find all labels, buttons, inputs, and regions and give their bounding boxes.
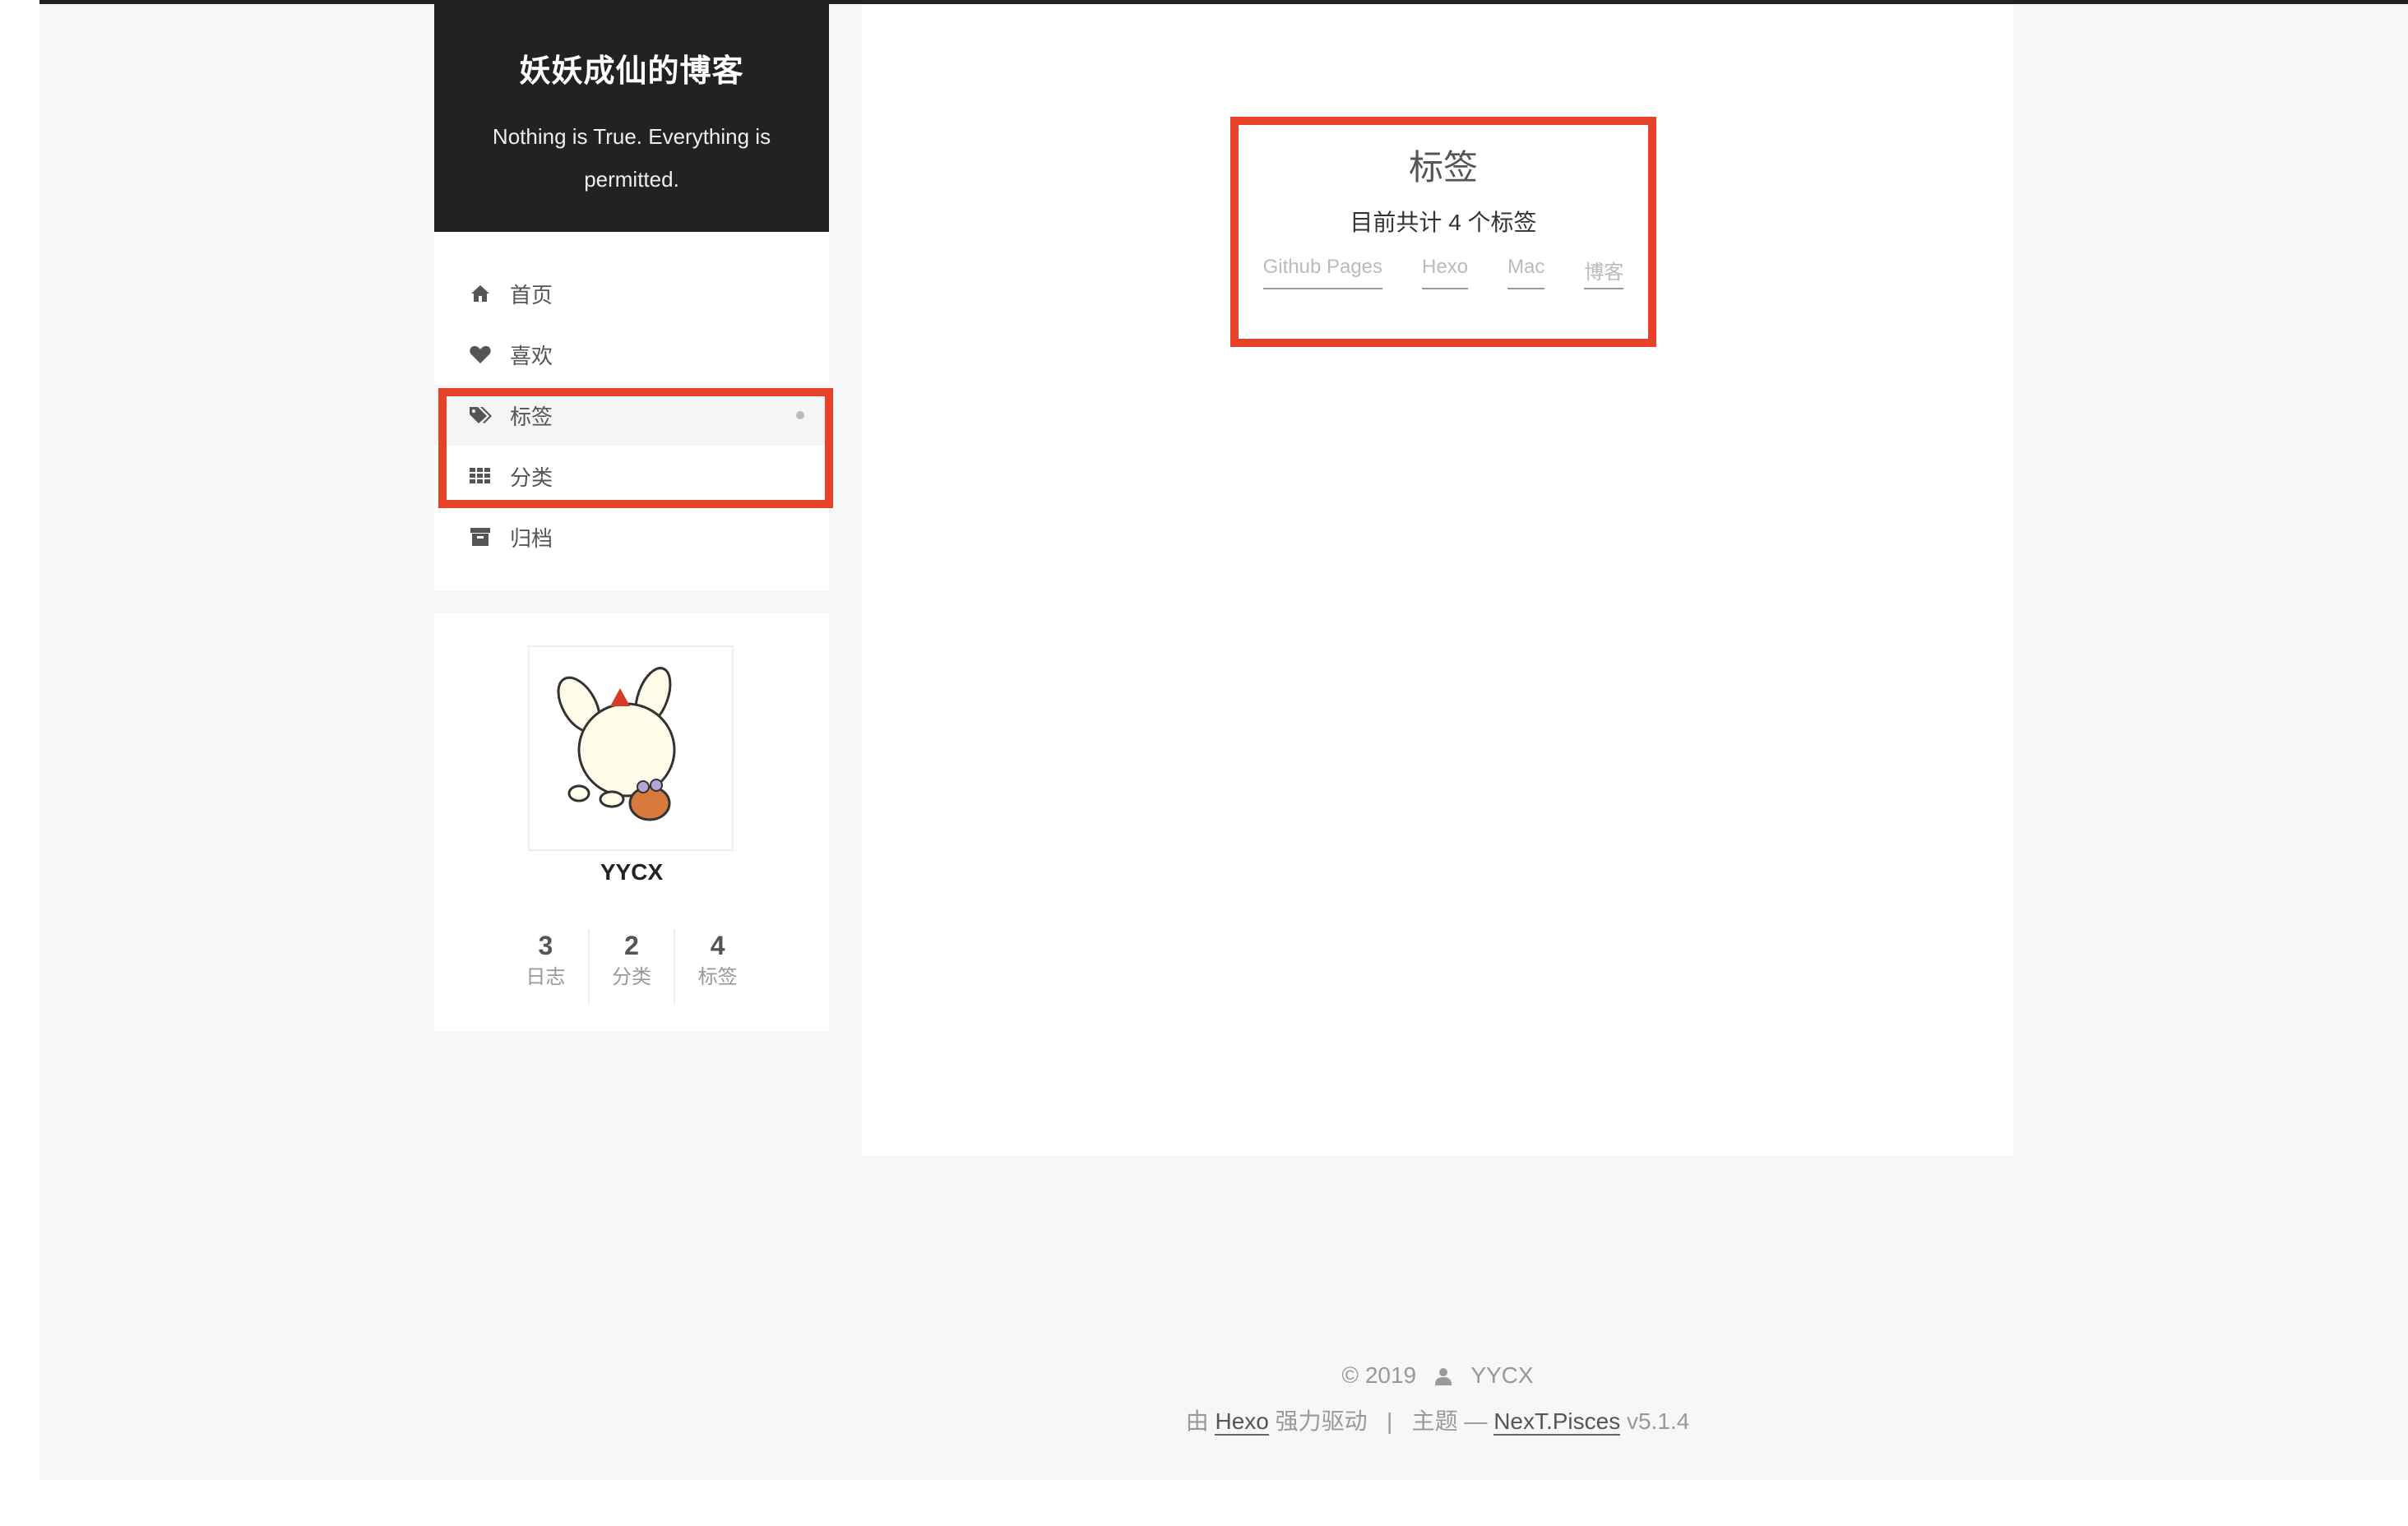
theme-version: v5.1.4 <box>1627 1408 1690 1434</box>
footer-separator: | <box>1387 1408 1393 1434</box>
author-name: YYCX <box>600 859 664 885</box>
archive-icon <box>469 525 492 548</box>
stat-categories[interactable]: 2 分类 <box>587 929 674 1003</box>
menu-highlight-annotation <box>438 388 833 508</box>
stat-label: 标签 <box>697 966 738 988</box>
site-subtitle: Nothing is True. Everything is permitted… <box>492 124 771 192</box>
menu-item-label: 首页 <box>510 282 553 308</box>
footer-powered-line: 由 Hexo 强力驱动 | 主题 — NexT.Pisces v5.1.4 <box>862 1399 2013 1445</box>
menu-item-favorites[interactable]: 喜欢 <box>434 324 829 385</box>
hexo-link[interactable]: Hexo <box>1215 1408 1269 1436</box>
menu-item-label: 归档 <box>510 525 553 551</box>
footer: © 2019 YYCX 由 Hexo 强力驱动 | 主题 — NexT.Pisc… <box>862 1353 2013 1445</box>
theme-prefix: 主题 — <box>1411 1408 1488 1434</box>
site-brand: 妖妖成仙的博客 Nothing is True. Everything is p… <box>434 4 829 232</box>
stat-label: 分类 <box>612 966 651 988</box>
footer-copyright-line: © 2019 YYCX <box>862 1353 2013 1399</box>
author-panel: YYCX 3 日志 2 分类 4 标签 <box>434 613 829 1032</box>
theme-link[interactable]: NexT.Pisces <box>1493 1408 1621 1436</box>
stat-posts[interactable]: 3 日志 <box>503 929 588 1003</box>
heart-icon <box>469 343 492 366</box>
copyright-text: © 2019 <box>1341 1362 1417 1388</box>
footer-author: YYCX <box>1470 1362 1534 1388</box>
menu-item-home[interactable]: 首页 <box>434 263 829 324</box>
stat-count: 2 <box>624 931 639 960</box>
author-stats: 3 日志 2 分类 4 标签 <box>503 929 760 1003</box>
user-icon <box>1435 1362 1458 1388</box>
stat-label: 日志 <box>526 966 566 988</box>
stat-count: 3 <box>538 931 553 960</box>
menu-item-label: 喜欢 <box>510 343 553 368</box>
stat-tags[interactable]: 4 标签 <box>674 929 760 1003</box>
home-icon <box>469 282 492 305</box>
avatar <box>528 645 734 851</box>
powered-suffix: 强力驱动 <box>1275 1408 1368 1434</box>
powered-prefix: 由 <box>1185 1408 1209 1434</box>
tags-highlight-annotation <box>1230 117 1656 347</box>
menu-item-archives[interactable]: 归档 <box>434 506 829 567</box>
stat-count: 4 <box>710 931 725 960</box>
site-title[interactable]: 妖妖成仙的博客 <box>434 45 829 90</box>
